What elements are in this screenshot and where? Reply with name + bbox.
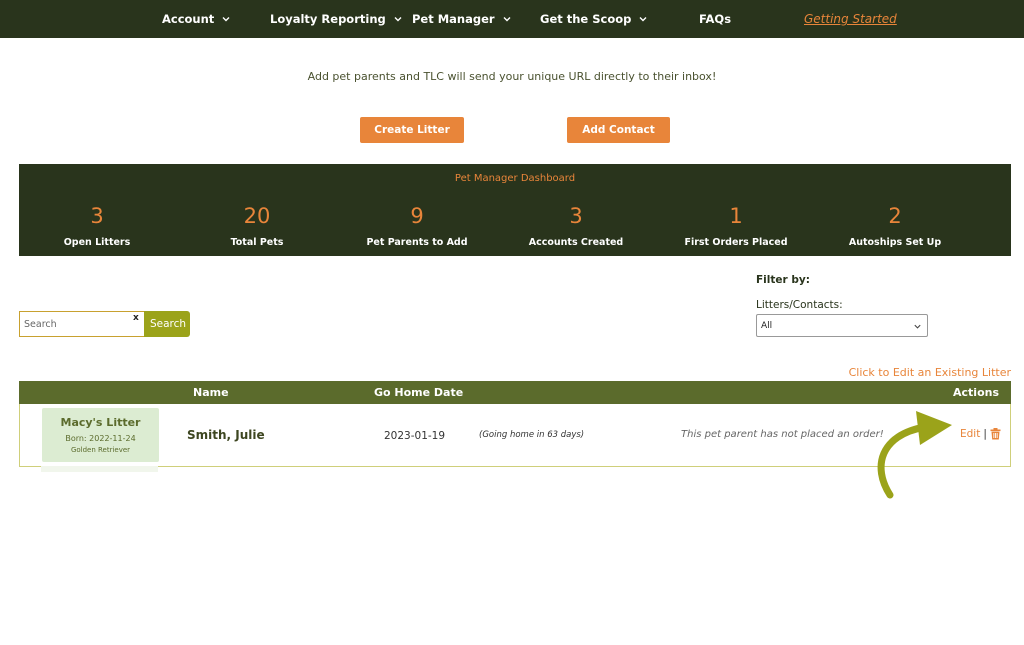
table-row: Macy's Litter Born: 2022-11-24 Golden Re… [19,404,1011,467]
top-navigation: Account Loyalty Reporting Pet Manager Ge… [0,0,1024,38]
litter-name: Macy's Litter [60,416,141,429]
column-header-go-home-date: Go Home Date [374,386,464,399]
filter-label: Litters/Contacts: [756,299,843,311]
stat-first-orders-placed: 1 First Orders Placed [656,204,816,248]
nav-loyalty-reporting-label: Loyalty Reporting [270,12,386,26]
add-contact-button[interactable]: Add Contact [567,117,670,143]
nav-account[interactable]: Account [162,0,231,38]
stat-value: 20 [243,204,271,228]
column-header-actions: Actions [953,386,999,399]
going-home-countdown: (Going home in 63 days) [479,430,585,440]
create-litter-button[interactable]: Create Litter [360,117,464,143]
litter-card[interactable]: Macy's Litter Born: 2022-11-24 Golden Re… [42,408,159,462]
table-header: Name Go Home Date Actions [19,381,1011,404]
curved-arrow-icon [877,411,952,499]
stat-label: Open Litters [63,237,131,248]
nav-loyalty-reporting[interactable]: Loyalty Reporting [270,0,403,38]
chevron-down-icon [222,17,230,22]
search-bar: x Search [19,311,190,337]
nav-faqs[interactable]: FAQs [699,0,731,38]
clear-search-icon[interactable]: x [133,313,139,323]
search-button[interactable]: Search [144,311,190,337]
search-input[interactable] [19,311,144,337]
litter-born-date: Born: 2022-11-24 [65,434,136,443]
stat-value: 9 [410,204,424,228]
next-litter-card-partial [41,466,158,472]
dashboard-title: Pet Manager Dashboard [454,173,576,184]
intro-text: Add pet parents and TLC will send your u… [307,70,717,83]
pet-manager-dashboard: Pet Manager Dashboard 3 Open Litters 20 … [19,164,1011,256]
stat-total-pets: 20 Total Pets [177,204,337,248]
chevron-down-icon [639,17,647,22]
stat-pet-parents-to-add: 9 Pet Parents to Add [337,204,497,248]
litter-breed: Golden Retriever [70,446,131,454]
stat-label: Accounts Created [528,237,624,248]
row-actions: Edit | [960,428,1001,440]
nav-get-the-scoop-label: Get the Scoop [540,12,632,26]
nav-faqs-label: FAQs [699,12,732,26]
stat-value: 1 [729,204,743,228]
nav-getting-started-link[interactable]: Getting Started [804,0,897,38]
stat-value: 3 [90,204,104,228]
pet-parent-name: Smith, Julie [187,428,265,442]
edit-link[interactable]: Edit [960,428,980,440]
edit-litter-hint-link[interactable]: Click to Edit an Existing Litter [849,366,1011,379]
trash-icon[interactable] [990,428,1001,440]
filter-selected-value: All [761,320,773,331]
stat-label: Total Pets [230,237,284,248]
nav-pet-manager[interactable]: Pet Manager [412,0,512,38]
stat-value: 3 [569,204,583,228]
stat-label: First Orders Placed [684,237,788,248]
filter-heading: Filter by: [756,274,810,286]
stat-accounts-created: 3 Accounts Created [496,204,656,248]
stat-value: 2 [888,204,902,228]
chevron-down-icon [914,324,921,329]
chevron-down-icon [503,17,511,22]
nav-pet-manager-label: Pet Manager [412,12,495,26]
nav-getting-started-label: Getting Started [804,12,897,26]
stat-label: Autoships Set Up [848,237,942,248]
column-header-name: Name [193,386,229,399]
go-home-date: 2023-01-19 [384,430,446,442]
order-status: This pet parent has not placed an order! [681,429,884,440]
stat-open-litters: 3 Open Litters [17,204,177,248]
chevron-down-icon [394,17,402,22]
nav-get-the-scoop[interactable]: Get the Scoop [540,0,648,38]
litters-contacts-select[interactable]: All [756,314,928,337]
stat-label: Pet Parents to Add [366,237,468,248]
action-separator: | [983,428,987,440]
stat-autoships-set-up: 2 Autoships Set Up [815,204,975,248]
nav-account-label: Account [162,12,215,26]
